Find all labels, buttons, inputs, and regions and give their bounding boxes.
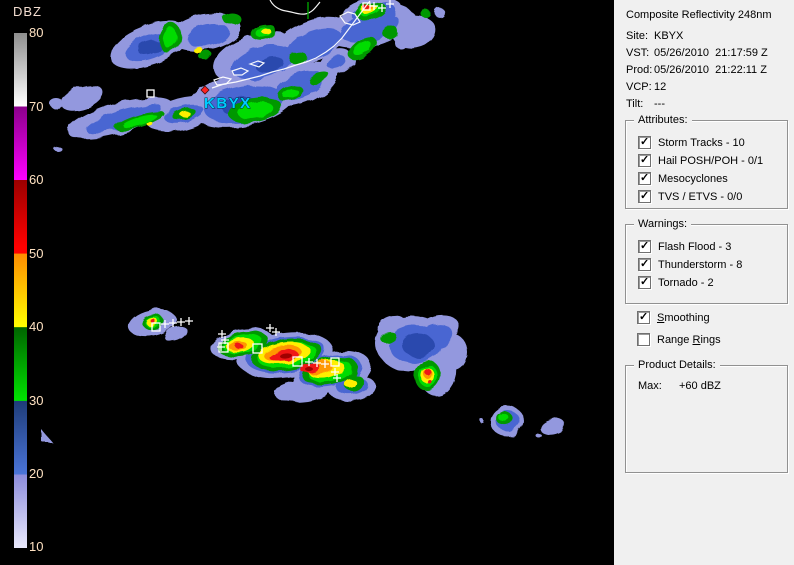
info-label: Site: [626,30,649,42]
radar-application-window: KBYX DBZ 80 70 60 50 40 30 20 10 Composi… [0,0,794,565]
product-title: Composite Reflectivity 248nm [626,9,772,21]
max-label: Max: [638,380,662,392]
warnings-group: Warnings: Flash Flood - 3 Thunderstorm -… [625,218,788,304]
hail-checkbox[interactable] [638,153,651,167]
info-label: VST: [626,47,650,59]
checkbox-row-tvs[interactable]: TVS / ETVS - 0/0 [638,189,787,203]
product-details-group: Product Details: Max: +60 dBZ [625,359,788,473]
checkbox-label: Hail POSH/POH - 0/1 [658,154,764,167]
storm-tracks-checkbox[interactable] [638,135,651,149]
info-value: 05/26/2010 21:17:59 Z [654,47,768,59]
info-label: Tilt: [626,98,644,110]
range-rings-checkbox[interactable] [637,333,650,346]
checkbox-label: TVS / ETVS - 0/0 [658,190,743,203]
tvs-checkbox[interactable] [638,189,651,203]
checkbox-label: Flash Flood - 3 [658,240,732,253]
info-value: KBYX [654,30,684,42]
tornado-checkbox[interactable] [638,275,651,289]
info-row-vcp: VCP: 12 [626,79,768,96]
info-label: VCP: [626,81,652,93]
checkbox-label: Tornado - 2 [658,276,714,289]
radar-info: Site: KBYX VST: 05/26/2010 21:17:59 Z Prod… [626,28,768,113]
radar-display[interactable]: KBYX DBZ 80 70 60 50 40 30 20 10 [0,0,614,565]
checkbox-row-thunderstorm[interactable]: Thunderstorm - 8 [638,257,787,271]
smoothing-label: Smoothing [657,311,710,324]
checkbox-row-range-rings[interactable]: Range Rings [637,333,721,346]
attributes-group-legend: Attributes: [634,114,692,127]
max-value-row: Max: +60 dBZ [638,380,721,392]
checkbox-label: Thunderstorm - 8 [658,258,743,271]
range-rings-label: Range Rings [657,333,721,346]
checkbox-row-storm-tracks[interactable]: Storm Tracks - 10 [638,135,787,149]
info-value: 12 [654,81,667,93]
mesocyclones-checkbox[interactable] [638,171,651,185]
info-row-site: Site: KBYX [626,28,768,45]
info-label: Prod: [626,64,653,76]
flash-flood-checkbox[interactable] [638,239,651,253]
info-row-tilt: Tilt: --- [626,96,768,113]
max-value: +60 dBZ [679,380,721,392]
checkbox-row-tornado[interactable]: Tornado - 2 [638,275,787,289]
site-label: KBYX [204,95,252,112]
attributes-group: Attributes: Storm Tracks - 10 Hail POSH/… [625,114,788,209]
radar-canvas[interactable]: KBYX [0,0,614,565]
product-details-legend: Product Details: [634,359,720,372]
warnings-group-legend: Warnings: [634,218,692,231]
info-value: --- [654,98,665,110]
smoothing-checkbox[interactable] [637,310,650,324]
checkbox-row-flash-flood[interactable]: Flash Flood - 3 [638,239,787,253]
checkbox-label: Mesocyclones [658,172,728,185]
checkbox-row-mesocyclones[interactable]: Mesocyclones [638,171,787,185]
info-row-prod: Prod: 05/26/2010 21:22:11 Z [626,62,768,79]
control-panel: Composite Reflectivity 248nm Site: KBYX V… [614,0,794,565]
info-value: 05/26/2010 21:22:11 Z [654,64,767,76]
checkbox-row-hail[interactable]: Hail POSH/POH - 0/1 [638,153,787,167]
checkbox-label: Storm Tracks - 10 [658,136,745,149]
info-row-vst: VST: 05/26/2010 21:17:59 Z [626,45,768,62]
thunderstorm-checkbox[interactable] [638,257,651,271]
checkbox-row-smoothing[interactable]: Smoothing [637,310,710,324]
